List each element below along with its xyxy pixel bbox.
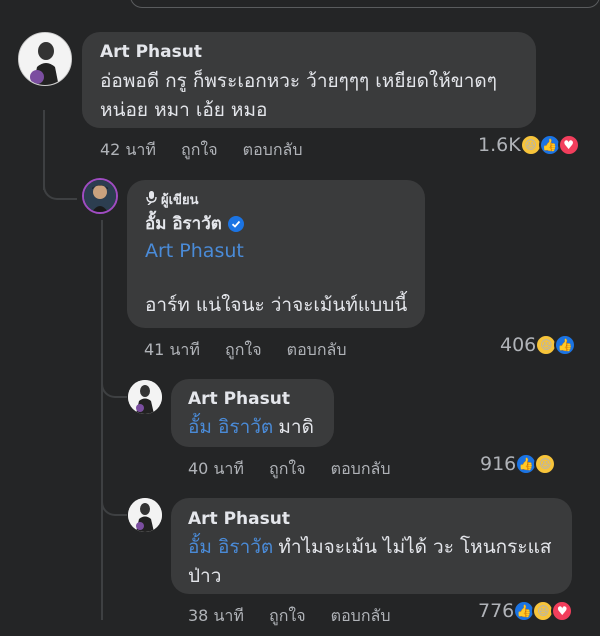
thread-line <box>101 220 103 620</box>
comment-actions: 41 นาที ถูกใจ ตอบกลับ <box>144 338 366 363</box>
thread-connector <box>101 496 127 516</box>
love-icon: ♥ <box>551 600 574 622</box>
comment-time[interactable]: 41 นาที <box>144 340 200 359</box>
avatar[interactable] <box>18 32 72 86</box>
comment-thread: Art Phasut อ่อพอดี กรู ก็พระเอกหวะ ว้ายๆ… <box>0 0 600 636</box>
author-badge: ผู้เขียน <box>145 189 198 210</box>
avatar[interactable] <box>82 178 118 214</box>
thread-connector <box>43 180 77 200</box>
like-icon: 👍 <box>554 334 577 356</box>
like-button[interactable]: ถูกใจ <box>181 140 218 159</box>
reply-button[interactable]: ตอบกลับ <box>331 459 391 478</box>
reaction-count: 916 <box>480 453 517 475</box>
thread-connector <box>101 378 127 398</box>
like-button[interactable]: ถูกใจ <box>269 606 306 625</box>
author-badge-label: ผู้เขียน <box>161 193 199 208</box>
comment-text: มาดิ <box>278 416 314 438</box>
mention-link[interactable]: อั้ม อิราวัต <box>188 416 273 438</box>
reaction-count: 406 <box>500 334 537 356</box>
mention-link[interactable]: อั้ม อิราวัต <box>188 536 273 558</box>
comment-author[interactable]: อั้ม อิราวัต <box>145 210 222 237</box>
comment-bubble: Art Phasut อั้ม อิราวัต มาดิ <box>171 379 334 447</box>
microphone-icon <box>145 190 157 209</box>
comment-bubble: ผู้เขียน อั้ม อิราวัต Art Phasut อาร์ท แ… <box>127 180 425 328</box>
comment-text: หน่อย หมา เอ้ย หมอ <box>100 99 268 121</box>
comment-text: อ่อพอดี กรู ก็พระเอกหวะ ว้ายๆๆๆ เหยียดให… <box>100 70 497 92</box>
comment-actions: 40 นาที ถูกใจ ตอบกลับ <box>188 457 410 482</box>
reaction-summary[interactable]: 1.6K 😆 👍 ♥ <box>478 134 580 156</box>
haha-icon: 😆 <box>534 453 557 475</box>
reaction-count: 776 <box>478 600 515 622</box>
comment-body: อั้ม อิราวัต มาดิ <box>188 412 314 442</box>
comment-author[interactable]: Art Phasut <box>100 42 202 62</box>
thread-line <box>43 110 45 190</box>
comment-body: อั้ม อิราวัต ทำไมจะเม้น ไม่ได้ วะ โหนกระ… <box>188 532 551 562</box>
comment-bubble: Art Phasut อั้ม อิราวัต ทำไมจะเม้น ไม่ได… <box>171 498 572 594</box>
reply-button[interactable]: ตอบกลับ <box>331 606 391 625</box>
like-button[interactable]: ถูกใจ <box>269 459 306 478</box>
comment-time[interactable]: 40 นาที <box>188 459 244 478</box>
reply-button[interactable]: ตอบกลับ <box>287 340 347 359</box>
author-row: อั้ม อิราวัต <box>145 210 244 237</box>
comment-text: อาร์ท แน่ใจนะ ว่าจะเม้นท์แบบนี้ <box>145 294 408 316</box>
avatar[interactable] <box>128 498 162 532</box>
verified-badge-icon <box>227 215 244 232</box>
comment-time[interactable]: 38 นาที <box>188 606 244 625</box>
reply-button[interactable]: ตอบกลับ <box>243 140 303 159</box>
like-button[interactable]: ถูกใจ <box>225 340 262 359</box>
comment-actions: 38 นาที ถูกใจ ตอบกลับ <box>188 604 410 629</box>
comment-bubble: Art Phasut อ่อพอดี กรู ก็พระเอกหวะ ว้ายๆ… <box>82 32 536 128</box>
reaction-summary[interactable]: 916 👍 😆 <box>480 453 557 475</box>
previous-comment-box <box>130 0 600 8</box>
reaction-summary[interactable]: 776 👍 😆 ♥ <box>478 600 574 622</box>
comment-text: ป่าว <box>188 565 222 587</box>
love-icon: ♥ <box>557 134 580 156</box>
reaction-summary[interactable]: 406 😆 👍 <box>500 334 577 356</box>
comment-author[interactable]: Art Phasut <box>188 509 290 529</box>
comment-time[interactable]: 42 นาที <box>100 140 156 159</box>
avatar[interactable] <box>128 380 162 414</box>
mention-link[interactable]: Art Phasut <box>145 236 244 266</box>
comment-author[interactable]: Art Phasut <box>188 389 290 409</box>
reaction-count: 1.6K <box>478 134 521 156</box>
comment-actions: 42 นาที ถูกใจ ตอบกลับ <box>100 138 322 163</box>
comment-text: ทำไมจะเม้น ไม่ได้ วะ โหนกระแส <box>278 536 552 558</box>
